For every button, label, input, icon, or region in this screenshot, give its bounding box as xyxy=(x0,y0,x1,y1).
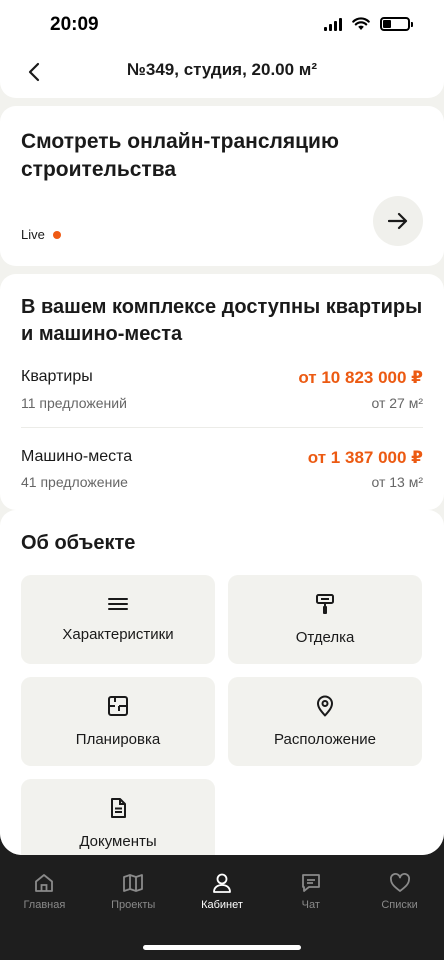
offer-area: от 27 м² xyxy=(371,395,423,411)
tab-projects[interactable]: Проекты xyxy=(89,862,178,922)
status-bar: 20:09 xyxy=(0,0,444,50)
map-icon xyxy=(123,874,144,892)
live-dot-icon xyxy=(52,230,61,239)
arrow-right-icon xyxy=(388,212,408,230)
about-object-card: Об объекте Характеристики Отделка Планир… xyxy=(0,510,444,855)
offer-count: 41 предложение xyxy=(21,474,128,490)
offers-card: В вашем комплексе доступны квартиры и ма… xyxy=(0,274,444,510)
tab-label: Проекты xyxy=(111,899,156,911)
offer-count: 11 предложений xyxy=(21,395,127,411)
wifi-icon xyxy=(352,17,370,30)
tab-label: Списки xyxy=(381,899,418,911)
floor-plan-icon xyxy=(108,696,128,716)
status-icons xyxy=(324,17,413,31)
offer-row-parking[interactable]: Машино-места 41 предложение от 1 387 000… xyxy=(21,428,423,496)
section-title: Об объекте xyxy=(21,532,136,554)
offer-price: от 10 823 000 ₽ xyxy=(298,368,423,387)
cellular-signal-icon xyxy=(324,17,342,31)
tile-location[interactable]: Расположение xyxy=(228,677,422,766)
tile-label: Расположение xyxy=(274,731,376,748)
offer-name: Квартиры xyxy=(21,368,93,385)
home-icon xyxy=(35,874,54,892)
heart-icon xyxy=(389,873,410,892)
offer-name: Машино-места xyxy=(21,448,133,465)
offer-price: от 1 387 000 ₽ xyxy=(307,448,423,467)
profile-icon xyxy=(213,873,231,893)
battery-icon xyxy=(380,17,413,31)
live-stream-card[interactable]: Смотреть онлайн-трансляцию строительства… xyxy=(0,106,444,266)
page-title: №349, студия, 20.00 м² xyxy=(126,60,318,79)
tab-label: Чат xyxy=(301,899,320,911)
list-icon xyxy=(108,598,128,610)
tab-chat[interactable]: Чат xyxy=(266,862,355,922)
live-label: Live xyxy=(21,227,45,242)
location-pin-icon xyxy=(317,695,333,717)
paint-roller-icon xyxy=(316,594,334,614)
tab-cabinet[interactable]: Кабинет xyxy=(178,862,267,922)
status-time: 20:09 xyxy=(50,14,99,35)
open-stream-button[interactable] xyxy=(373,196,423,246)
live-indicator: Live xyxy=(21,227,61,242)
document-icon xyxy=(111,798,126,818)
tile-label: Отделка xyxy=(295,629,355,646)
screen: 20:09 №349, студия, 20.00 м² Смотреть он… xyxy=(0,0,444,855)
tab-lists[interactable]: Списки xyxy=(355,862,444,922)
offer-row-apartments[interactable]: Квартиры 11 предложений от 10 823 000 ₽ … xyxy=(21,362,423,428)
tile-finishing[interactable]: Отделка xyxy=(228,575,422,664)
tile-layout[interactable]: Планировка xyxy=(21,677,215,766)
tile-label: Документы xyxy=(79,833,157,850)
nav-header: №349, студия, 20.00 м² xyxy=(0,50,444,98)
home-indicator xyxy=(143,945,301,950)
tile-label: Характеристики xyxy=(62,626,174,643)
tile-documents[interactable]: Документы xyxy=(21,779,215,855)
stream-title: Смотреть онлайн-трансляцию строительства xyxy=(21,130,339,181)
bottom-tab-bar: Главная Проекты Кабинет Чат Списки xyxy=(0,862,444,922)
tile-label: Планировка xyxy=(75,731,161,748)
tab-home[interactable]: Главная xyxy=(0,862,89,922)
chat-icon xyxy=(301,874,320,892)
offers-title: В вашем комплексе доступны квартиры и ма… xyxy=(21,296,423,345)
object-tiles: Характеристики Отделка Планировка Распол… xyxy=(21,575,423,855)
tile-characteristics[interactable]: Характеристики xyxy=(21,575,215,664)
tab-label: Кабинет xyxy=(201,899,243,911)
offer-area: от 13 м² xyxy=(371,474,423,490)
tab-label: Главная xyxy=(23,899,66,911)
